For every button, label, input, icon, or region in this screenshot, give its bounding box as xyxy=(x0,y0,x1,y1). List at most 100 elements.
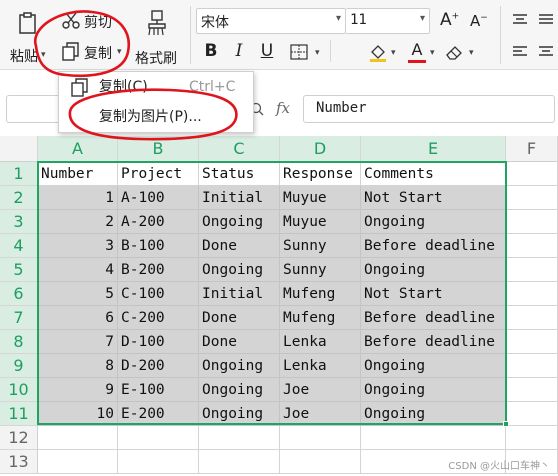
empty-cell[interactable] xyxy=(506,162,558,186)
align-left-icon[interactable] xyxy=(512,44,528,63)
header-cell-response[interactable]: Response xyxy=(280,162,361,186)
empty-cell[interactable] xyxy=(199,450,280,474)
align-middle-icon[interactable] xyxy=(538,12,554,31)
header-cell-project[interactable]: Project xyxy=(118,162,199,186)
cell-status[interactable]: Done xyxy=(199,234,280,258)
empty-cell[interactable] xyxy=(506,426,558,450)
row-header-13[interactable]: 13 xyxy=(0,450,38,474)
cell-status[interactable]: Initial xyxy=(199,282,280,306)
header-cell-number[interactable]: Number xyxy=(38,162,118,186)
row-header-1[interactable]: 1 xyxy=(0,162,38,186)
cell-number[interactable]: 5 xyxy=(38,282,118,306)
cell-project[interactable]: B-200 xyxy=(118,258,199,282)
row-header-12[interactable]: 12 xyxy=(0,426,38,450)
cell-project[interactable]: A-200 xyxy=(118,210,199,234)
cell-status[interactable]: Ongoing xyxy=(199,210,280,234)
header-cell-status[interactable]: Status xyxy=(199,162,280,186)
cell-status[interactable]: Ongoing xyxy=(199,378,280,402)
empty-cell[interactable] xyxy=(118,450,199,474)
empty-cell[interactable] xyxy=(118,426,199,450)
column-header-e[interactable]: E xyxy=(361,136,506,162)
cell-comments[interactable]: Ongoing xyxy=(361,378,506,402)
cell-response[interactable]: Sunny xyxy=(280,258,361,282)
cell-response[interactable]: Sunny xyxy=(280,234,361,258)
row-header-10[interactable]: 10 xyxy=(0,378,38,402)
cell-comments[interactable]: Ongoing xyxy=(361,354,506,378)
empty-cell[interactable] xyxy=(506,354,558,378)
column-header-c[interactable]: C xyxy=(199,136,280,162)
cell-comments[interactable]: Ongoing xyxy=(361,402,506,426)
row-header-8[interactable]: 8 xyxy=(0,330,38,354)
empty-cell[interactable] xyxy=(280,450,361,474)
empty-cell[interactable] xyxy=(199,426,280,450)
cell-project[interactable]: C-200 xyxy=(118,306,199,330)
cell-project[interactable]: C-100 xyxy=(118,282,199,306)
empty-cell[interactable] xyxy=(506,306,558,330)
chevron-down-icon[interactable]: ▾ xyxy=(315,48,320,58)
row-header-5[interactable]: 5 xyxy=(0,258,38,282)
empty-cell[interactable] xyxy=(506,402,558,426)
cell-response[interactable]: Lenka xyxy=(280,354,361,378)
cell-number[interactable]: 2 xyxy=(38,210,118,234)
cell-comments[interactable]: Not Start xyxy=(361,282,506,306)
empty-cell[interactable] xyxy=(506,234,558,258)
bold-icon[interactable]: B xyxy=(200,38,222,64)
cell-status[interactable]: Done xyxy=(199,306,280,330)
copy-button[interactable]: 复制 ▾ xyxy=(60,40,126,64)
cell-project[interactable]: E-100 xyxy=(118,378,199,402)
cell-response[interactable]: Muyue xyxy=(280,186,361,210)
empty-cell[interactable] xyxy=(506,258,558,282)
row-header-7[interactable]: 7 xyxy=(0,306,38,330)
chevron-down-icon[interactable]: ▾ xyxy=(41,50,46,60)
empty-cell[interactable] xyxy=(506,186,558,210)
row-header-2[interactable]: 2 xyxy=(0,186,38,210)
cell-comments[interactable]: Before deadline xyxy=(361,306,506,330)
cell-response[interactable]: Mufeng xyxy=(280,282,361,306)
cell-response[interactable]: Mufeng xyxy=(280,306,361,330)
column-header-d[interactable]: D xyxy=(280,136,361,162)
select-all-corner[interactable] xyxy=(0,136,38,162)
cell-project[interactable]: D-100 xyxy=(118,330,199,354)
column-header-a[interactable]: A xyxy=(38,136,118,162)
cell-response[interactable]: Lenka xyxy=(280,330,361,354)
cell-number[interactable]: 4 xyxy=(38,258,118,282)
empty-cell[interactable] xyxy=(506,330,558,354)
menu-item-copy[interactable]: 复制(C) Ctrl+C xyxy=(59,74,253,101)
cell-project[interactable]: B-100 xyxy=(118,234,199,258)
cell-number[interactable]: 3 xyxy=(38,234,118,258)
row-header-4[interactable]: 4 xyxy=(0,234,38,258)
increase-font-icon[interactable]: A+ xyxy=(440,10,459,30)
cell-response[interactable]: Muyue xyxy=(280,210,361,234)
empty-cell[interactable] xyxy=(280,426,361,450)
menu-item-copy-as-picture[interactable]: 复制为图片(P)... xyxy=(59,104,253,131)
row-header-9[interactable]: 9 xyxy=(0,354,38,378)
cut-button[interactable]: 剪切 xyxy=(60,10,120,32)
formula-input[interactable]: Number xyxy=(303,95,555,123)
cell-response[interactable]: Joe xyxy=(280,402,361,426)
cell-status[interactable]: Done xyxy=(199,330,280,354)
font-color-icon[interactable]: A xyxy=(408,40,426,64)
decrease-font-icon[interactable]: A− xyxy=(470,12,488,30)
copy-dropdown-arrow-icon[interactable]: ▾ xyxy=(117,47,122,57)
cell-project[interactable]: A-100 xyxy=(118,186,199,210)
column-header-f[interactable]: F xyxy=(506,136,558,162)
row-header-6[interactable]: 6 xyxy=(0,282,38,306)
empty-cell[interactable] xyxy=(506,210,558,234)
fill-handle[interactable] xyxy=(503,421,509,427)
cell-response[interactable]: Joe xyxy=(280,378,361,402)
chevron-down-icon[interactable]: ▾ xyxy=(391,48,396,58)
cell-number[interactable]: 8 xyxy=(38,354,118,378)
row-header-11[interactable]: 11 xyxy=(0,402,38,426)
empty-cell[interactable] xyxy=(361,426,506,450)
eraser-icon[interactable] xyxy=(445,43,465,65)
empty-cell[interactable] xyxy=(506,378,558,402)
paste-button[interactable]: 粘贴 ▾ xyxy=(8,8,46,66)
cell-number[interactable]: 10 xyxy=(38,402,118,426)
cell-status[interactable]: Ongoing xyxy=(199,354,280,378)
cell-number[interactable]: 7 xyxy=(38,330,118,354)
italic-icon[interactable]: I xyxy=(228,38,250,64)
fx-icon[interactable]: fx xyxy=(276,99,290,117)
cell-project[interactable]: D-200 xyxy=(118,354,199,378)
empty-cell[interactable] xyxy=(38,450,118,474)
cell-number[interactable]: 1 xyxy=(38,186,118,210)
